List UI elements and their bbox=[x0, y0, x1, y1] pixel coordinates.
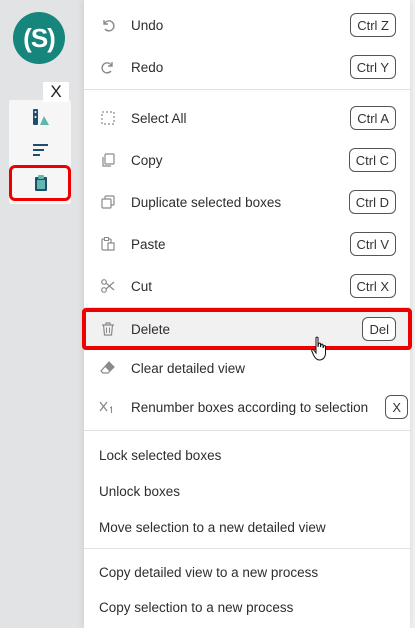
menu-item-label: Move selection to a new detailed view bbox=[99, 519, 326, 535]
menu-item-label: Lock selected boxes bbox=[99, 447, 222, 463]
renumber-icon bbox=[98, 397, 118, 417]
menu-item-redo[interactable]: Redo Ctrl Y bbox=[84, 46, 410, 88]
menu-item-label: Cut bbox=[131, 278, 153, 294]
paste-icon bbox=[98, 234, 118, 254]
clipboard-tool-highlight bbox=[9, 165, 71, 201]
menu-item-label: Paste bbox=[131, 236, 166, 252]
menu-divider bbox=[84, 548, 410, 549]
close-icon: X bbox=[50, 82, 62, 101]
menu-item-label: Copy selection to a new process bbox=[99, 599, 294, 615]
menu-item-label: Copy detailed view to a new process bbox=[99, 564, 319, 580]
duplicate-icon bbox=[98, 192, 118, 212]
menu-item-renumber[interactable]: Renumber boxes according to selection X bbox=[84, 386, 410, 428]
menu-item-clear-detailed-view[interactable]: Clear detailed view bbox=[84, 347, 410, 389]
menu-item-cut[interactable]: Cut Ctrl X bbox=[84, 265, 410, 307]
shortcut-badge: Ctrl Y bbox=[349, 55, 396, 79]
hand-cursor-icon bbox=[311, 336, 329, 362]
select-all-icon bbox=[98, 108, 118, 128]
undo-icon bbox=[98, 15, 118, 35]
menu-item-duplicate[interactable]: Duplicate selected boxes Ctrl D bbox=[84, 181, 410, 223]
shortcut-badge: Ctrl X bbox=[349, 274, 396, 298]
menu-item-label: Unlock boxes bbox=[99, 483, 181, 499]
delete-highlight bbox=[82, 308, 412, 350]
list-tool-icon[interactable] bbox=[30, 139, 52, 161]
copy-icon bbox=[98, 150, 118, 170]
menu-item-label: Redo bbox=[131, 59, 164, 75]
shortcut-badge: Ctrl C bbox=[348, 148, 396, 172]
app-logo[interactable]: (S) bbox=[13, 12, 65, 64]
shortcut-badge: Ctrl V bbox=[349, 232, 396, 256]
menu-divider bbox=[84, 430, 410, 431]
shortcut-badge: X bbox=[385, 395, 408, 419]
menu-item-label: Renumber boxes according to selection bbox=[131, 399, 369, 415]
eraser-icon bbox=[98, 358, 118, 378]
cut-icon bbox=[98, 276, 118, 296]
shortcut-badge: Ctrl A bbox=[350, 106, 396, 130]
close-button[interactable]: X bbox=[43, 82, 69, 102]
menu-item-label: Undo bbox=[131, 17, 164, 33]
menu-item-label: Duplicate selected boxes bbox=[131, 194, 282, 210]
menu-item-select-all[interactable]: Select All Ctrl A bbox=[84, 97, 410, 139]
menu-item-copy[interactable]: Copy Ctrl C bbox=[84, 139, 410, 181]
menu-item-undo[interactable]: Undo Ctrl Z bbox=[84, 4, 410, 46]
menu-item-move-selection[interactable]: Move selection to a new detailed view bbox=[84, 506, 410, 548]
menu-divider bbox=[84, 89, 410, 90]
menu-item-label: Copy bbox=[131, 152, 163, 168]
shortcut-badge: Ctrl Z bbox=[350, 13, 396, 37]
left-strip bbox=[0, 0, 84, 628]
menu-item-label: Select All bbox=[131, 110, 187, 126]
menu-item-paste[interactable]: Paste Ctrl V bbox=[84, 223, 410, 265]
diagram-tool-icon[interactable] bbox=[30, 106, 52, 128]
menu-item-copy-selection[interactable]: Copy selection to a new process bbox=[84, 586, 410, 628]
menu-item-label: Clear detailed view bbox=[131, 360, 246, 376]
logo-text: (S) bbox=[23, 22, 56, 53]
shortcut-badge: Ctrl D bbox=[348, 190, 396, 214]
redo-icon bbox=[98, 57, 118, 77]
